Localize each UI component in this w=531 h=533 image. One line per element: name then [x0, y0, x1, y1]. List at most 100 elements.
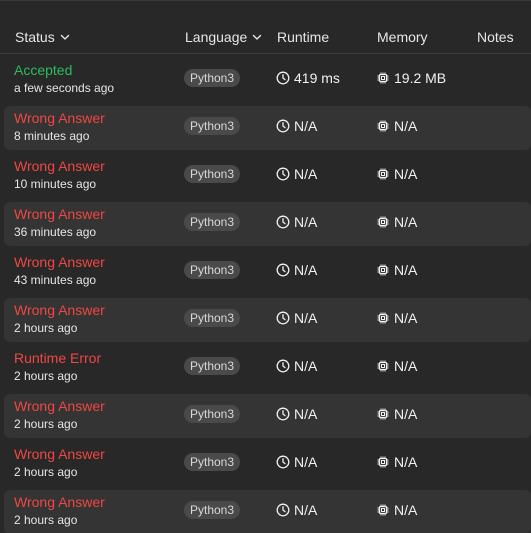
clock-icon — [276, 119, 290, 133]
status-label[interactable]: Wrong Answer — [14, 446, 105, 463]
submission-status: Accepted a few seconds ago — [14, 62, 114, 97]
status-column-header[interactable]: Status — [15, 29, 71, 45]
submission-time: 8 minutes ago — [14, 129, 90, 143]
submission-status: Wrong Answer 2 hours ago — [14, 398, 105, 433]
submission-status: Wrong Answer 2 hours ago — [14, 446, 105, 481]
memory-cell: 19.2 MB — [376, 70, 446, 86]
memory-cell: N/A — [376, 214, 417, 230]
clock-icon — [276, 407, 290, 421]
memory-value: N/A — [394, 262, 418, 278]
runtime-cell: N/A — [276, 406, 317, 422]
memory-value: N/A — [394, 454, 418, 470]
chip-icon — [377, 120, 389, 132]
memory-value: N/A — [394, 406, 418, 422]
memory-cell: N/A — [376, 118, 417, 134]
top-divider — [0, 0, 531, 1]
submission-row[interactable]: Runtime Error 2 hours ago Python3 N/A N/A — [4, 346, 531, 390]
notes-column-header: Notes — [477, 29, 514, 45]
runtime-value: N/A — [294, 262, 318, 278]
language-badge: Python3 — [184, 261, 241, 279]
memory-value: N/A — [394, 118, 418, 134]
memory-value: 19.2 MB — [394, 70, 447, 86]
submission-row[interactable]: Wrong Answer 2 hours ago Python3 N/A N/A — [4, 442, 531, 486]
clock-icon — [276, 311, 290, 325]
status-label[interactable]: Wrong Answer — [14, 110, 105, 127]
submission-time: 2 hours ago — [14, 417, 78, 431]
memory-cell: N/A — [376, 310, 417, 326]
memory-value: N/A — [394, 310, 418, 326]
status-label[interactable]: Wrong Answer — [14, 398, 105, 415]
submission-row[interactable]: Wrong Answer 8 minutes ago Python3 N/A N/A — [4, 106, 531, 150]
status-label[interactable]: Accepted — [14, 62, 114, 79]
status-label[interactable]: Runtime Error — [14, 350, 101, 367]
submission-row[interactable]: Wrong Answer 36 minutes ago Python3 N/A N/A — [4, 202, 531, 246]
submission-status: Runtime Error 2 hours ago — [14, 350, 101, 385]
submission-time: 2 hours ago — [14, 369, 78, 383]
runtime-value: N/A — [294, 502, 318, 518]
runtime-cell: N/A — [276, 118, 317, 134]
submission-status: Wrong Answer 2 hours ago — [14, 494, 105, 529]
status-label[interactable]: Wrong Answer — [14, 494, 105, 511]
submission-time: 2 hours ago — [14, 465, 78, 479]
status-label[interactable]: Wrong Answer — [14, 206, 105, 223]
submission-row[interactable]: Wrong Answer 2 hours ago Python3 N/A N/A — [4, 394, 531, 438]
memory-cell: N/A — [376, 262, 417, 278]
language-badge: Python3 — [184, 405, 241, 423]
submission-status: Wrong Answer 10 minutes ago — [14, 158, 105, 193]
runtime-value: N/A — [294, 358, 318, 374]
memory-value: N/A — [394, 502, 418, 518]
runtime-cell: N/A — [276, 454, 317, 470]
memory-value: N/A — [394, 166, 418, 182]
language-badge: Python3 — [184, 501, 241, 519]
submission-status: Wrong Answer 8 minutes ago — [14, 110, 105, 145]
submission-time: 36 minutes ago — [14, 225, 97, 239]
runtime-cell: N/A — [276, 214, 317, 230]
submission-row[interactable]: Wrong Answer 10 minutes ago Python3 N/A N/A — [4, 154, 531, 198]
memory-column-header: Memory — [377, 29, 428, 45]
chip-icon — [377, 216, 389, 228]
memory-cell: N/A — [376, 454, 417, 470]
status-label[interactable]: Wrong Answer — [14, 302, 105, 319]
runtime-value: N/A — [294, 166, 318, 182]
language-badge: Python3 — [184, 453, 241, 471]
runtime-cell: N/A — [276, 310, 317, 326]
runtime-value: N/A — [294, 406, 318, 422]
submission-row[interactable]: Accepted a few seconds ago Python3 419 ms 19… — [4, 58, 531, 102]
runtime-cell: N/A — [276, 166, 317, 182]
clock-icon — [276, 359, 290, 373]
memory-cell: N/A — [376, 502, 417, 518]
chip-icon — [377, 456, 389, 468]
submission-row[interactable]: Wrong Answer 43 minutes ago Python3 N/A N/A — [4, 250, 531, 294]
runtime-value: N/A — [294, 214, 318, 230]
memory-value: N/A — [394, 358, 418, 374]
clock-icon — [276, 503, 290, 517]
runtime-value: N/A — [294, 310, 318, 326]
status-label[interactable]: Wrong Answer — [14, 158, 105, 175]
chip-icon — [377, 360, 389, 372]
language-badge: Python3 — [184, 69, 241, 87]
chip-icon — [377, 312, 389, 324]
runtime-cell: N/A — [276, 358, 317, 374]
chip-icon — [377, 72, 389, 84]
memory-value: N/A — [394, 214, 418, 230]
memory-header-label: Memory — [377, 29, 428, 45]
status-label[interactable]: Wrong Answer — [14, 254, 105, 271]
memory-cell: N/A — [376, 166, 417, 182]
chevron-down-icon — [60, 34, 69, 40]
runtime-cell: 419 ms — [276, 70, 340, 86]
clock-icon — [276, 215, 290, 229]
language-badge: Python3 — [184, 165, 241, 183]
submission-row[interactable]: Wrong Answer 2 hours ago Python3 N/A N/A — [4, 490, 531, 533]
submission-status: Wrong Answer 2 hours ago — [14, 302, 105, 337]
submission-time: 43 minutes ago — [14, 273, 97, 287]
runtime-value: 419 ms — [294, 70, 340, 86]
submission-row[interactable]: Wrong Answer 2 hours ago Python3 N/A N/A — [4, 298, 531, 342]
notes-header-label: Notes — [477, 29, 514, 45]
memory-cell: N/A — [376, 406, 417, 422]
chip-icon — [377, 408, 389, 420]
language-badge: Python3 — [184, 213, 241, 231]
submissions-panel: Status Language Runtime Memory Notes Acc… — [0, 0, 531, 533]
chevron-down-icon — [253, 34, 262, 40]
language-badge: Python3 — [184, 117, 241, 135]
language-column-header[interactable]: Language — [185, 29, 263, 45]
